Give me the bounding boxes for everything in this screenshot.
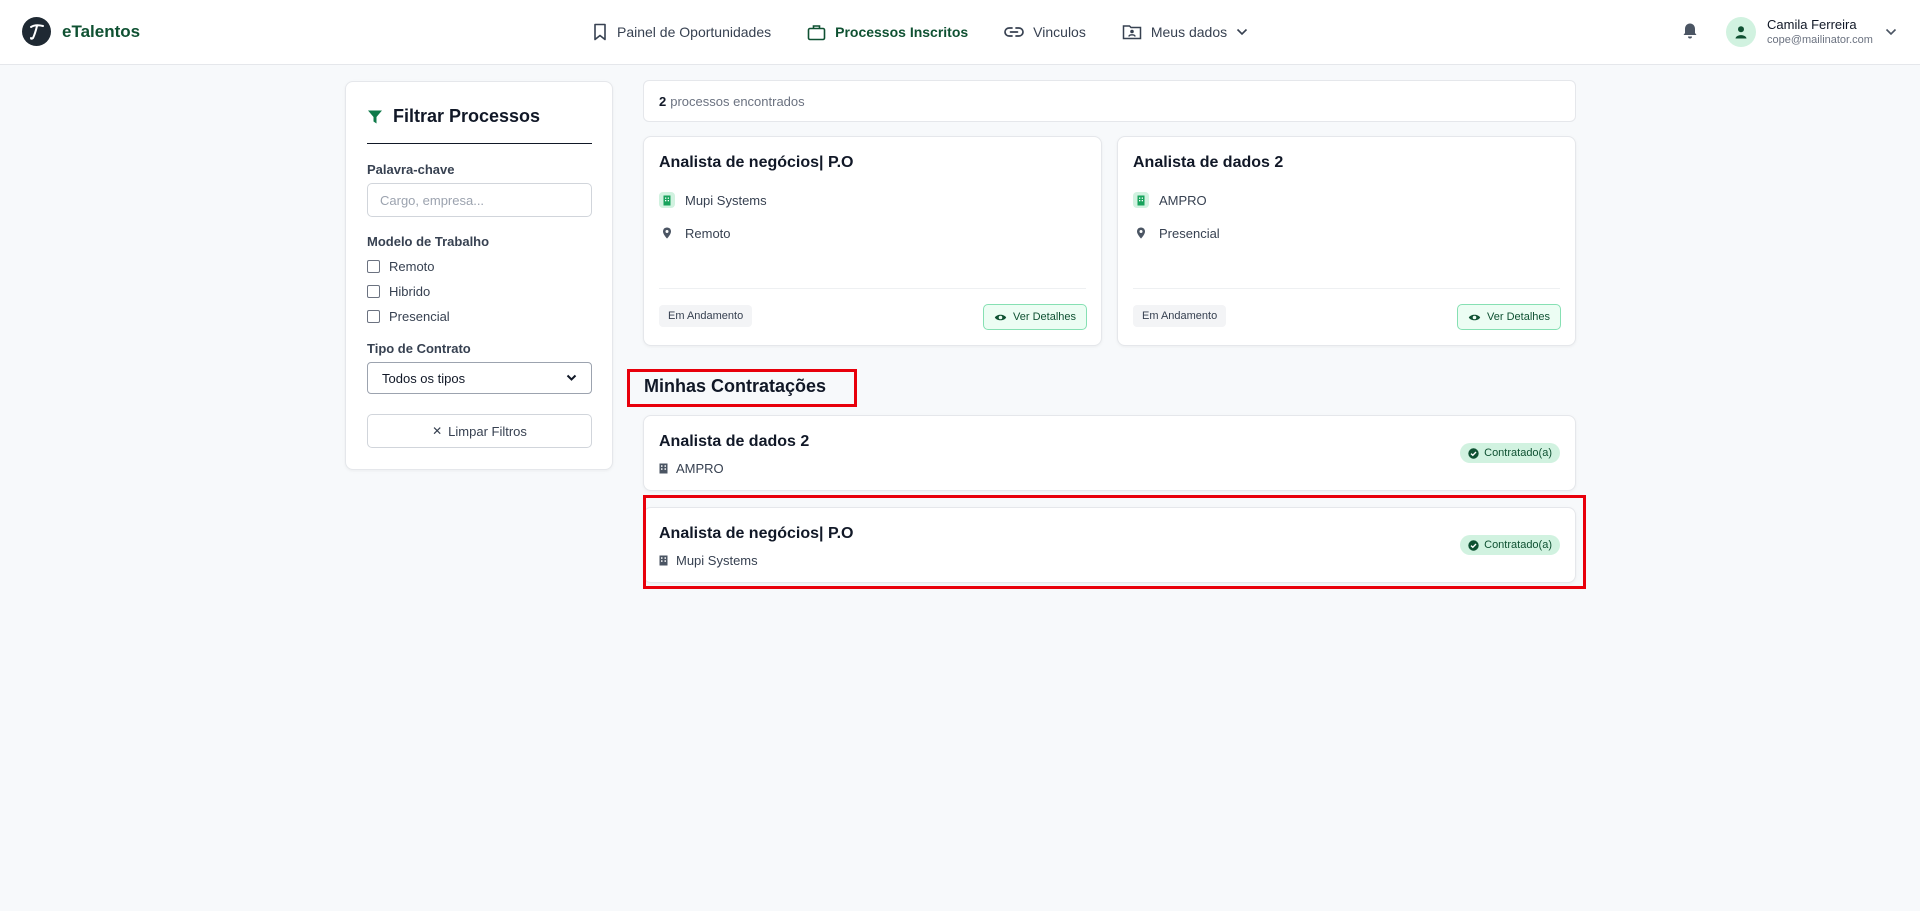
select-value: Todos os tipos — [382, 370, 466, 386]
checkbox-label: Hibrido — [389, 284, 431, 299]
chevron-down-icon — [566, 374, 577, 381]
chevron-down-icon — [1237, 28, 1248, 36]
nav-label: Processos Inscritos — [835, 24, 969, 40]
company-name: Mupi Systems — [685, 192, 767, 208]
hire-card: Analista de dados 2 AMPRO Contratado(a) — [643, 415, 1576, 491]
process-title: Analista de dados 2 — [1133, 154, 1284, 171]
hire-title: Analista de dados 2 — [659, 433, 810, 450]
clear-filters-label: Limpar Filtros — [448, 423, 527, 439]
keyword-label: Palavra-chave — [367, 162, 455, 177]
building-icon — [659, 463, 668, 474]
process-card: Analista de negócios| P.O Mupi Systems R… — [643, 136, 1102, 346]
avatar — [1726, 17, 1756, 47]
process-company: Mupi Systems — [659, 192, 767, 208]
link-icon — [1004, 27, 1025, 37]
location-text: Remoto — [685, 225, 731, 241]
hire-title: Analista de negócios| P.O — [659, 525, 854, 542]
hire-company: Mupi Systems — [659, 553, 758, 568]
checkbox-label: Remoto — [389, 259, 435, 274]
checkbox[interactable] — [367, 285, 380, 298]
location-pin-icon — [1133, 225, 1149, 241]
filter-title-text: Filtrar Processos — [393, 106, 541, 126]
process-company: AMPRO — [1133, 192, 1207, 208]
chevron-down-icon — [1885, 28, 1897, 36]
view-details-button[interactable]: Ver Detalhes — [983, 304, 1087, 330]
nav-label: Painel de Oportunidades — [617, 24, 772, 40]
nav-processos-inscritos[interactable]: Processos Inscritos — [807, 24, 968, 41]
check-circle-icon — [1468, 447, 1479, 459]
close-icon: ✕ — [432, 424, 443, 438]
folder-user-icon — [1122, 25, 1142, 40]
check-circle-icon — [1468, 539, 1479, 551]
status-badge: Em Andamento — [659, 305, 753, 327]
filter-title: Filtrar Processos — [367, 106, 540, 127]
bookmark-icon — [594, 23, 606, 41]
building-icon — [659, 192, 675, 208]
user-email: cope@mailinator.com — [1767, 34, 1873, 46]
process-location: Remoto — [659, 225, 731, 241]
divider — [1133, 288, 1560, 289]
company-name: AMPRO — [676, 461, 724, 476]
hired-badge: Contratado(a) — [1460, 535, 1560, 555]
hired-badge-label: Contratado(a) — [1484, 539, 1552, 551]
hire-company: AMPRO — [659, 461, 724, 476]
user-icon — [1735, 26, 1747, 39]
divider — [367, 143, 592, 144]
nav-vinculos[interactable]: Vinculos — [1004, 24, 1086, 40]
nav-label: Vinculos — [1033, 24, 1086, 40]
checkbox-hibrido[interactable]: Hibrido — [367, 284, 430, 299]
view-details-label: Ver Detalhes — [1487, 311, 1550, 323]
hired-badge: Contratado(a) — [1460, 443, 1560, 463]
results-count: 2 — [659, 93, 667, 109]
user-name: Camila Ferreira — [1767, 17, 1857, 32]
location-pin-icon — [659, 225, 675, 241]
eye-icon — [994, 314, 1007, 320]
filter-panel: Filtrar Processos Palavra-chave Modelo d… — [345, 81, 613, 470]
view-details-label: Ver Detalhes — [1013, 311, 1076, 323]
brand[interactable]: eTalentos — [22, 17, 140, 46]
process-location: Presencial — [1133, 225, 1220, 241]
eye-icon — [1468, 314, 1481, 320]
keyword-input[interactable] — [367, 183, 592, 217]
clear-filters-button[interactable]: ✕ Limpar Filtros — [367, 414, 592, 448]
results-count-bar: 2 processos encontrados — [643, 80, 1576, 122]
process-card: Analista de dados 2 AMPRO Presencial Em … — [1117, 136, 1576, 346]
contract-type-label: Tipo de Contrato — [367, 341, 471, 356]
user-menu[interactable]: Camila Ferreira cope@mailinator.com — [1726, 17, 1897, 47]
checkbox-label: Presencial — [389, 309, 450, 324]
location-text: Presencial — [1159, 225, 1220, 241]
work-model-label: Modelo de Trabalho — [367, 234, 490, 249]
nav-meus-dados[interactable]: Meus dados — [1122, 24, 1248, 40]
hired-badge-label: Contratado(a) — [1484, 447, 1552, 459]
brand-name: eTalentos — [62, 21, 141, 41]
logo-icon — [22, 17, 51, 46]
results-text: processos encontrados — [670, 93, 805, 109]
filter-icon — [368, 110, 382, 123]
contract-type-select[interactable]: Todos os tipos — [367, 362, 592, 394]
briefcase-icon — [807, 24, 826, 40]
hire-card: Analista de negócios| P.O Mupi Systems C… — [643, 507, 1576, 583]
hires-section-title: Minhas Contratações — [644, 376, 827, 396]
nav-label: Meus dados — [1150, 24, 1228, 40]
checkbox-remoto[interactable]: Remoto — [367, 259, 435, 274]
process-title: Analista de negócios| P.O — [659, 154, 854, 171]
checkbox[interactable] — [367, 310, 380, 323]
bell-icon — [1683, 23, 1697, 39]
building-icon — [1133, 192, 1149, 208]
top-header: eTalentos Painel de Oportunidades Proces… — [0, 0, 1920, 65]
status-badge: Em Andamento — [1133, 305, 1227, 327]
notifications-button[interactable] — [1682, 22, 1698, 45]
nav-painel-oportunidades[interactable]: Painel de Oportunidades — [592, 23, 771, 41]
company-name: AMPRO — [1159, 192, 1207, 208]
checkbox-presencial[interactable]: Presencial — [367, 309, 450, 324]
building-icon — [659, 555, 668, 566]
company-name: Mupi Systems — [676, 553, 758, 568]
checkbox[interactable] — [367, 260, 380, 273]
main-nav: Painel de Oportunidades Processos Inscri… — [592, 0, 1284, 64]
divider — [659, 288, 1086, 289]
view-details-button[interactable]: Ver Detalhes — [1457, 304, 1561, 330]
